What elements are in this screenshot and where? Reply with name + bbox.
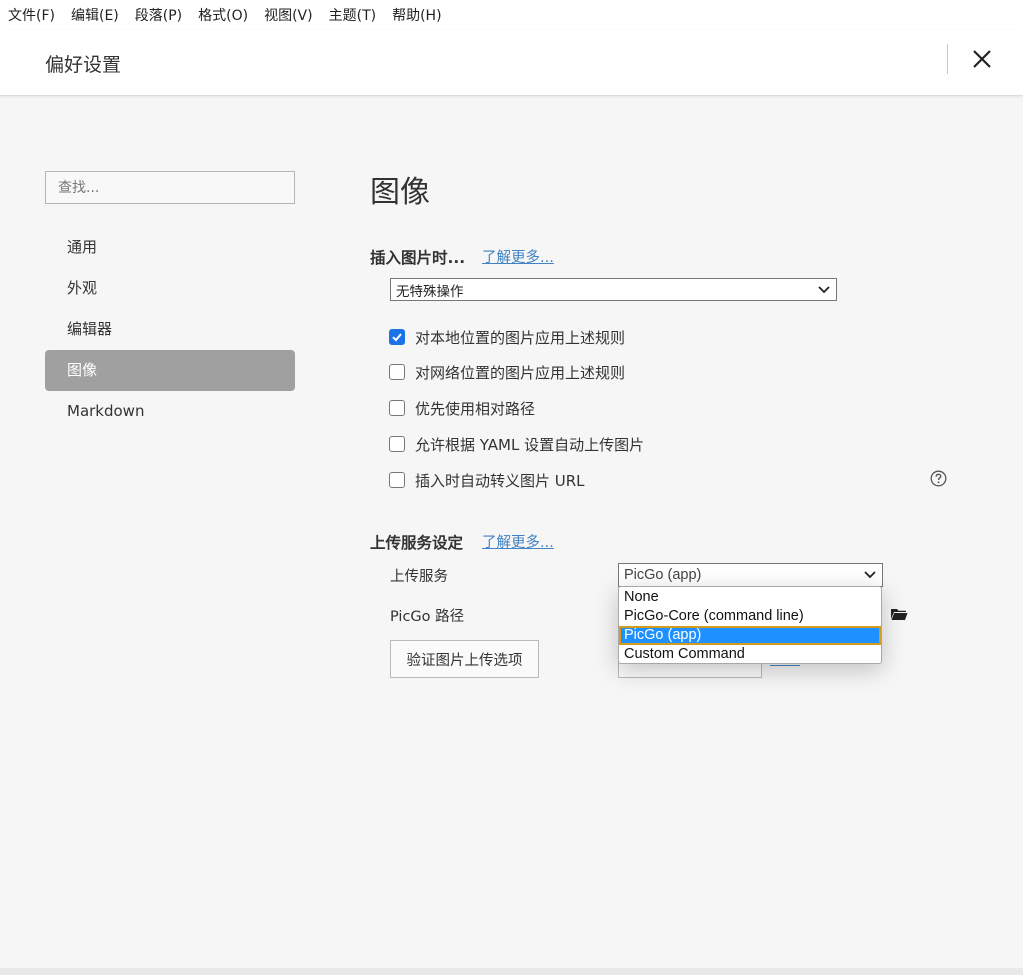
- verify-upload-button[interactable]: 验证图片上传选项: [390, 640, 539, 678]
- checkbox-relative-path[interactable]: [389, 400, 405, 416]
- insert-action-value: 无特殊操作: [396, 283, 464, 300]
- menu-format[interactable]: 格式(O): [198, 5, 248, 25]
- close-icon: [973, 50, 991, 68]
- sidebar-item-editor[interactable]: 编辑器: [45, 309, 295, 350]
- upload-service-label: 上传服务: [390, 569, 448, 585]
- insert-image-heading: 插入图片时...: [370, 249, 466, 267]
- checkbox-row-relative-path[interactable]: 优先使用相对路径: [389, 398, 535, 418]
- menu-help[interactable]: 帮助(H): [392, 5, 441, 25]
- checkbox-row-local[interactable]: 对本地位置的图片应用上述规则: [389, 327, 625, 347]
- dropdown-option-picgo-app[interactable]: PicGo (app): [619, 626, 881, 645]
- checkbox-row-yaml-upload[interactable]: 允许根据 YAML 设置自动上传图片: [389, 434, 644, 454]
- checkbox-local[interactable]: [389, 329, 405, 345]
- section-heading: 图像: [370, 175, 430, 210]
- page-title: 偏好设置: [45, 54, 122, 76]
- upload-service-heading: 上传服务设定: [370, 534, 464, 552]
- search-input[interactable]: [45, 171, 295, 204]
- dropdown-option-picgo-core[interactable]: PicGo-Core (command line): [619, 607, 881, 626]
- upload-service-select[interactable]: PicGo (app): [618, 563, 883, 587]
- folder-icon[interactable]: [890, 606, 908, 622]
- insert-action-select[interactable]: 无特殊操作: [390, 278, 837, 301]
- menu-edit[interactable]: 编辑(E): [71, 5, 119, 25]
- upload-learn-more-link[interactable]: 了解更多...: [482, 531, 554, 552]
- menu-theme[interactable]: 主题(T): [329, 5, 376, 25]
- chevron-down-icon: [818, 285, 830, 293]
- menu-paragraph[interactable]: 段落(P): [135, 5, 182, 25]
- upload-service-value: PicGo (app): [624, 567, 702, 583]
- window-bottom-edge: [0, 968, 1023, 975]
- checkbox-label: 优先使用相对路径: [415, 399, 536, 418]
- sidebar-item-general[interactable]: 通用: [45, 227, 295, 268]
- menu-bar: 文件(F) 编辑(E) 段落(P) 格式(O) 视图(V) 主题(T) 帮助(H…: [0, 0, 1023, 30]
- question-circle-icon[interactable]: [930, 470, 947, 487]
- picgo-path-label: PicGo 路径: [390, 609, 465, 625]
- checkmark-icon: [392, 333, 402, 342]
- sidebar-nav: 通用 外观 编辑器 图像 Markdown: [45, 227, 295, 432]
- checkbox-label: 允许根据 YAML 设置自动上传图片: [415, 435, 645, 454]
- dropdown-option-custom-command[interactable]: Custom Command: [619, 645, 881, 664]
- close-button[interactable]: [968, 44, 996, 74]
- dropdown-option-none[interactable]: None: [619, 588, 881, 607]
- menu-file[interactable]: 文件(F): [8, 5, 55, 25]
- preferences-header: 偏好设置: [0, 30, 1023, 96]
- checkbox-label: 对网络位置的图片应用上述规则: [415, 363, 626, 382]
- insert-learn-more-link[interactable]: 了解更多...: [482, 246, 554, 267]
- menu-view[interactable]: 视图(V): [264, 5, 313, 25]
- header-divider: [947, 44, 948, 74]
- upload-service-dropdown: None PicGo-Core (command line) PicGo (ap…: [618, 586, 882, 664]
- checkbox-label: 对本地位置的图片应用上述规则: [415, 328, 626, 347]
- checkbox-row-network[interactable]: 对网络位置的图片应用上述规则: [389, 362, 625, 382]
- checkbox-yaml-upload[interactable]: [389, 436, 405, 452]
- checkbox-label: 插入时自动转义图片 URL: [415, 471, 585, 490]
- checkbox-network[interactable]: [389, 364, 405, 380]
- checkbox-escape-url[interactable]: [389, 472, 405, 488]
- sidebar-item-markdown[interactable]: Markdown: [45, 391, 295, 432]
- checkbox-row-escape-url[interactable]: 插入时自动转义图片 URL: [389, 470, 585, 490]
- sidebar-item-image[interactable]: 图像: [45, 350, 295, 391]
- sidebar-item-appearance[interactable]: 外观: [45, 268, 295, 309]
- chevron-down-icon: [864, 571, 876, 579]
